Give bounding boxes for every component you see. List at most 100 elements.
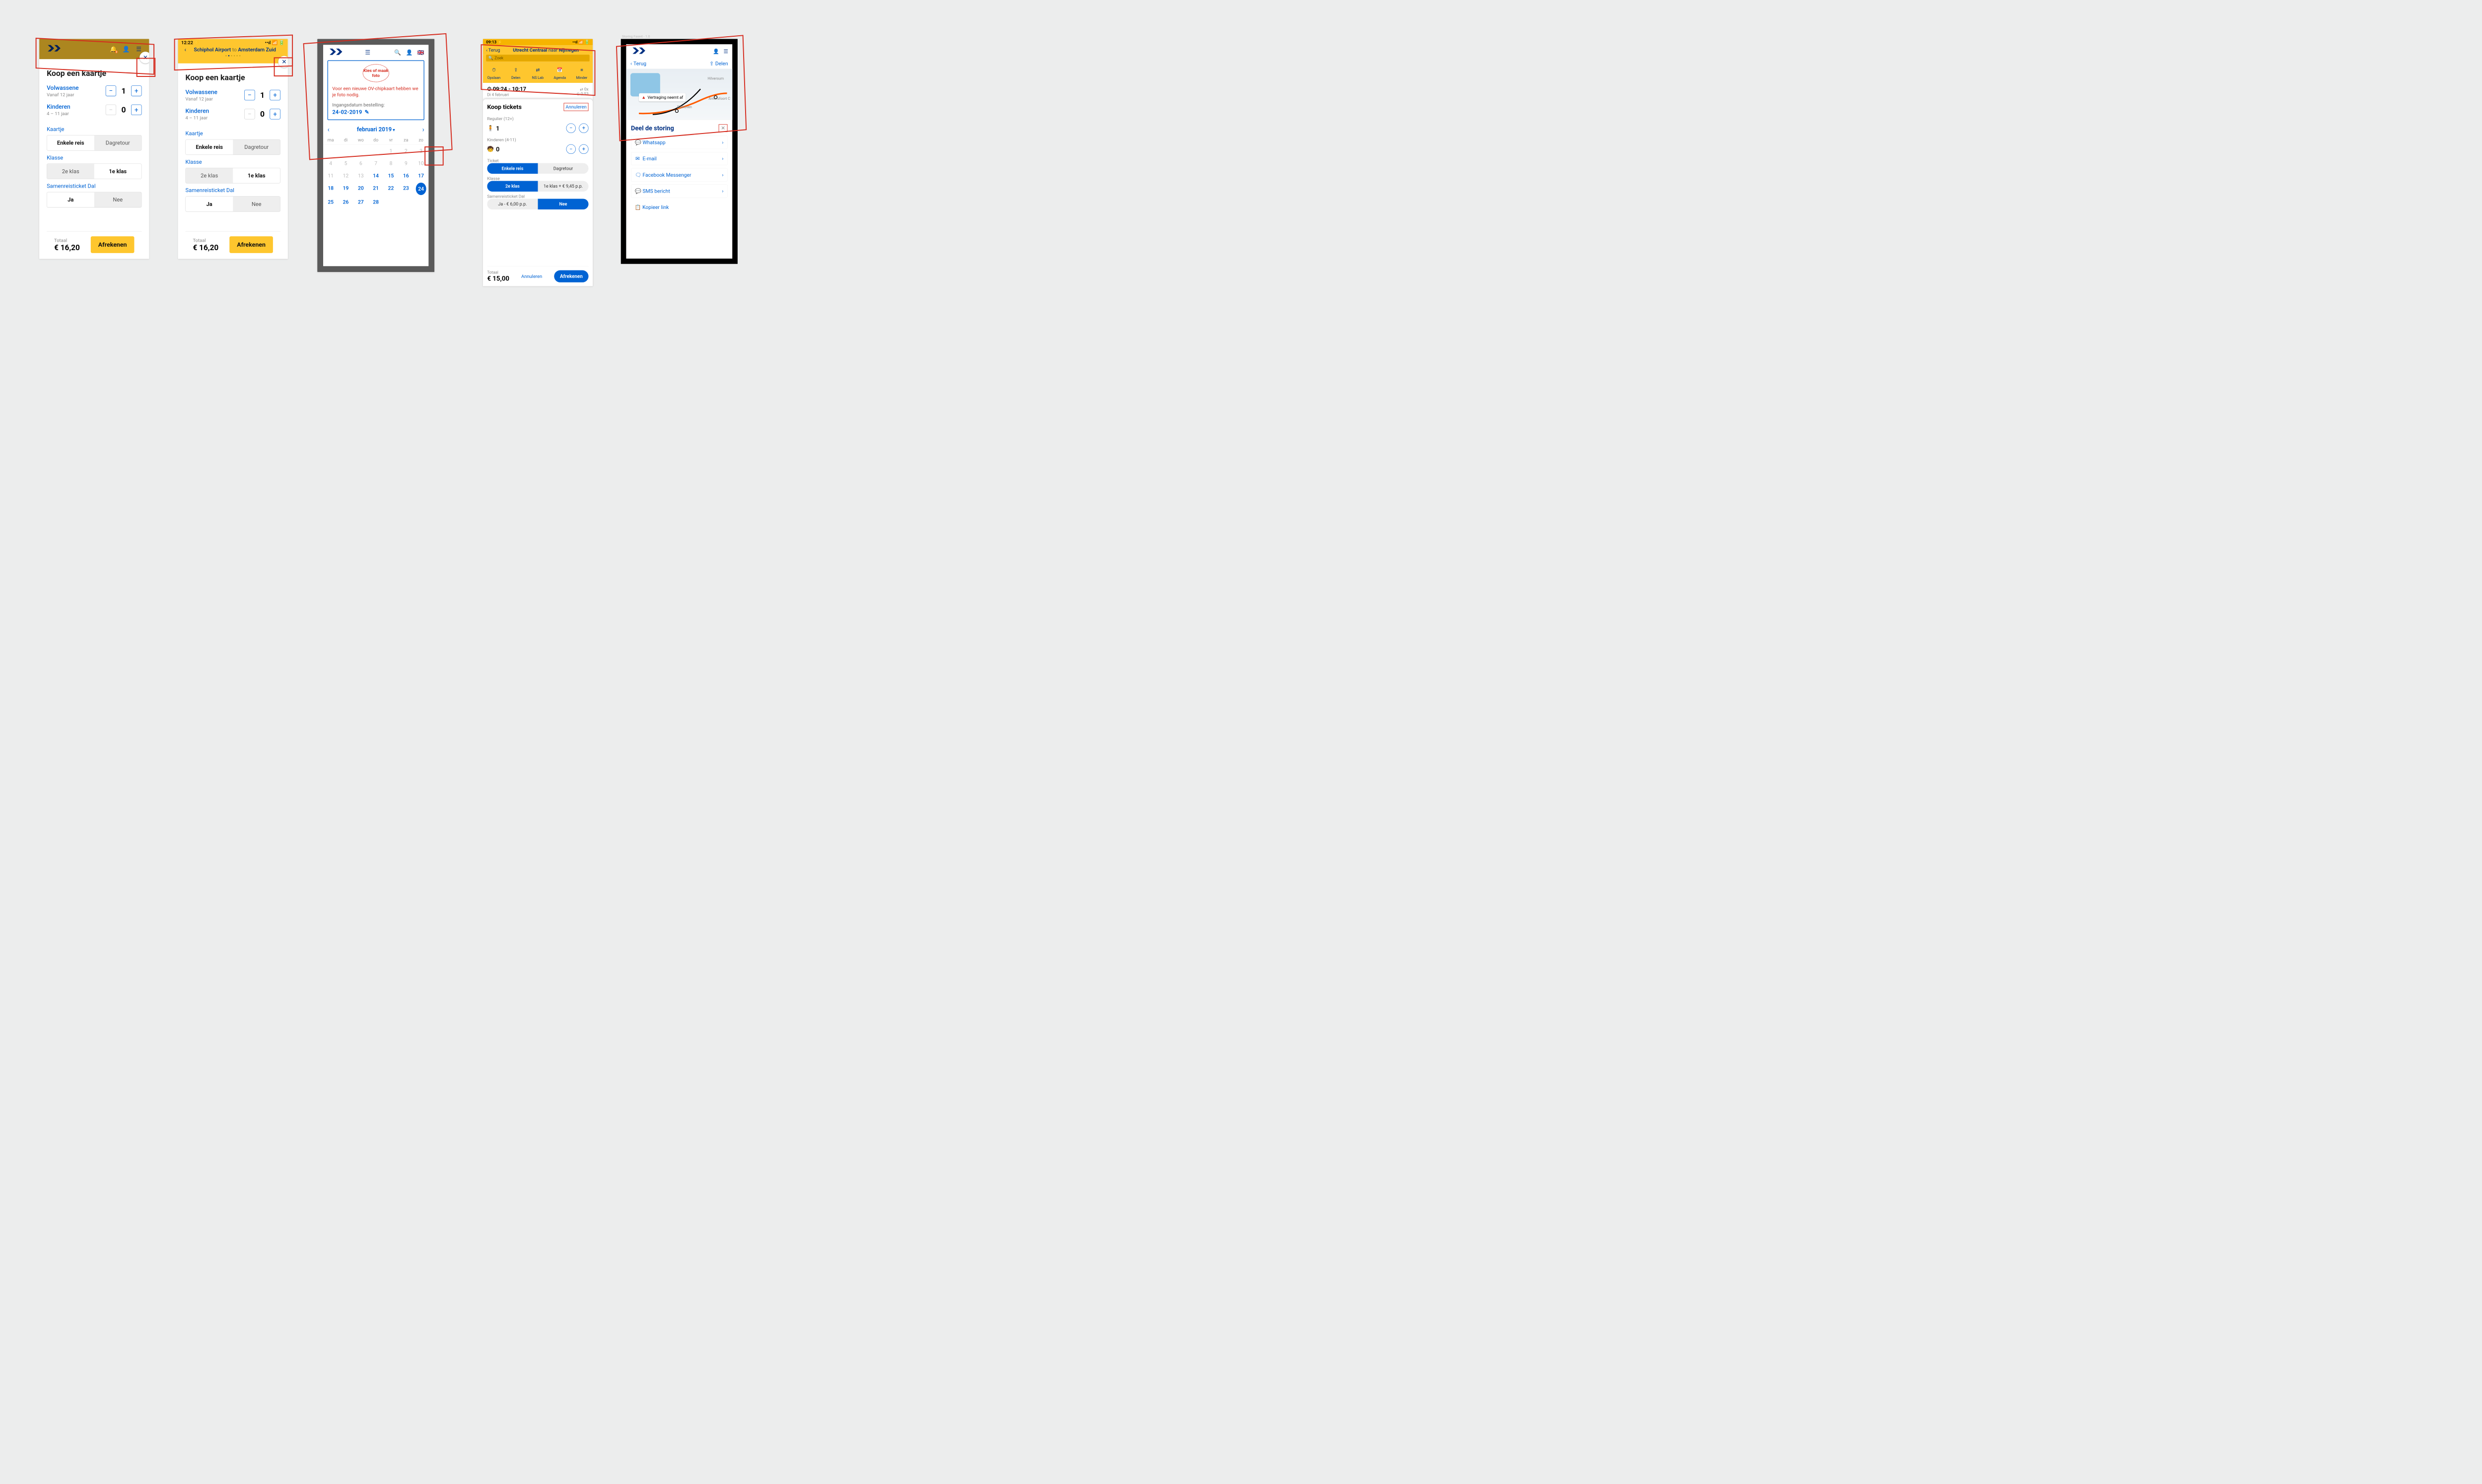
trip-slice[interactable]: ⏱ 09:24 - 10:17 Di 4 februari ⇄ 0x ⏲ 0:5… (483, 83, 593, 100)
cal-day[interactable]: 28 (368, 196, 383, 208)
share-item-whatsapp[interactable]: 💬Whatsapp› (631, 136, 728, 149)
seg-dal-ja[interactable]: Ja - € 6,00 p.p. (487, 199, 538, 209)
share-item-icon: 🗨 (635, 172, 640, 178)
dal-label: Samenreisticket Dal (186, 187, 280, 194)
seg-dagretour[interactable]: Dagretour (538, 163, 588, 174)
seg-enkele-reis[interactable]: Enkele reis (186, 139, 233, 154)
dal-segment[interactable]: Ja Nee (186, 196, 280, 211)
regulier-plus-button[interactable]: + (579, 124, 588, 133)
share-item-sms-bericht[interactable]: 💬SMS bericht› (631, 185, 728, 198)
bell-icon[interactable]: 🔔3 (110, 45, 118, 53)
seg-dal-nee[interactable]: Nee (233, 197, 280, 211)
seg-dagretour[interactable]: Dagretour (94, 135, 141, 150)
klasse-segment[interactable]: 2e klas 1e klas (186, 168, 280, 183)
back-icon[interactable]: ‹ (184, 46, 186, 54)
action-delen[interactable]: ⇪Delen (505, 63, 527, 83)
cal-prev-button[interactable]: ‹ (328, 126, 330, 134)
slice-time: 09:24 - 10:17 (493, 86, 526, 92)
kaartje-segment[interactable]: Enkele reis Dagretour (186, 139, 280, 155)
flag-uk-icon[interactable]: 🇬🇧 (417, 49, 424, 56)
share-item-label: Kopieer link (642, 204, 669, 210)
map[interactable]: Hilversum Amersfoort C Bilthoven ▲ Vertr… (626, 69, 732, 120)
cancel-link[interactable]: Annuleren (564, 103, 589, 111)
share-button[interactable]: ⇪ Delen (709, 61, 728, 67)
seg-enkele-reis[interactable]: Enkele reis (47, 135, 94, 150)
close-button[interactable]: ✕ (139, 52, 149, 64)
adults-plus-button[interactable]: + (270, 90, 280, 100)
seg-dal-ja[interactable]: Ja (47, 192, 94, 207)
menu-icon[interactable]: ☰ (365, 49, 370, 56)
seg-2e-klas[interactable]: 2e klas (47, 164, 94, 179)
ticket-segment[interactable]: Enkele reis Dagretour (487, 163, 588, 174)
seg-1e-klas[interactable]: 1e klas (233, 168, 280, 183)
edit-icon[interactable]: ✎ (365, 109, 369, 115)
seg-1e-klas[interactable]: 1e klas + € 9,45 p.p. (538, 181, 588, 192)
back-button[interactable]: ‹ Terug (486, 47, 500, 53)
action-ns lab[interactable]: ⇄NS Lab (527, 63, 549, 83)
klasse-segment[interactable]: 2e klas 1e klas (47, 163, 141, 179)
regulier-minus-button[interactable]: − (566, 124, 576, 133)
totaal-label: Totaal (54, 237, 80, 243)
ingang-date[interactable]: 24-02-2019 ✎ (332, 109, 419, 115)
profile-icon[interactable]: 👤 (406, 49, 413, 56)
seg-1e-klas[interactable]: 1e klas (94, 164, 141, 179)
back-label: Terug (633, 61, 646, 67)
seg-dal-nee[interactable]: Nee (94, 192, 141, 207)
cal-day[interactable]: 18 (323, 182, 338, 196)
dal-segment[interactable]: Ja - € 6,00 p.p. Nee (487, 199, 588, 209)
close-button[interactable]: ✕ (719, 124, 728, 132)
afrekenen-button[interactable]: Afrekenen (554, 270, 588, 282)
adults-plus-button[interactable]: + (131, 85, 141, 96)
cal-day[interactable]: 21 (368, 182, 383, 196)
kinderen-minus-button[interactable]: − (566, 144, 576, 154)
klasse-segment[interactable]: 2e klas 1e klas + € 9,45 p.p. (487, 181, 588, 192)
kids-plus-button[interactable]: + (131, 105, 141, 115)
cal-day[interactable]: 23 (399, 182, 414, 196)
cal-day[interactable]: 26 (338, 196, 353, 208)
search-icon[interactable]: 🔍 (394, 49, 401, 56)
chevron-right-icon: › (722, 139, 723, 145)
cal-day[interactable]: 25 (323, 196, 338, 208)
cal-day[interactable]: 14 (368, 170, 383, 182)
cal-day[interactable]: 24 (416, 183, 426, 195)
action-opslaan[interactable]: ⏱Opslaan (483, 63, 505, 83)
profile-icon[interactable]: 👤 (122, 45, 130, 53)
menu-icon[interactable]: ☰ (135, 45, 143, 53)
share-item-label: E-mail (643, 156, 657, 162)
share-item-facebook-messenger[interactable]: 🗨Facebook Messenger› (631, 168, 728, 182)
afrekenen-button[interactable]: Afrekenen (229, 236, 273, 253)
seg-enkele-reis[interactable]: Enkele reis (487, 163, 538, 174)
cal-month[interactable]: februari 2019 (357, 126, 395, 133)
cal-day[interactable]: 17 (414, 170, 428, 182)
cal-day[interactable]: 27 (353, 196, 368, 208)
action-agenda[interactable]: 📅Agenda (549, 63, 571, 83)
kies-photo-badge[interactable]: Kies of maak foto (362, 64, 389, 82)
action-minder[interactable]: ≡Minder (571, 63, 593, 83)
profile-icon[interactable]: 👤 (713, 48, 719, 54)
share-item-e-mail[interactable]: ✉︎E-mail› (631, 152, 728, 165)
cancel-link-2[interactable]: Annuleren (521, 273, 542, 279)
seg-2e-klas[interactable]: 2e klas (186, 168, 233, 183)
cal-day[interactable]: 16 (399, 170, 414, 182)
back-button[interactable]: ‹ Terug (630, 61, 646, 67)
cal-day[interactable]: 20 (353, 182, 368, 196)
search-field[interactable]: 🔍 Zoek (486, 55, 589, 62)
cal-day[interactable]: 15 (383, 170, 398, 182)
cal-day[interactable]: 22 (383, 182, 398, 196)
seg-dal-nee[interactable]: Nee (538, 199, 588, 209)
seg-dagretour[interactable]: Dagretour (233, 139, 280, 154)
menu-icon[interactable]: ☰ (723, 48, 728, 54)
adults-minus-button[interactable]: − (106, 85, 116, 96)
dal-segment[interactable]: Ja Nee (47, 192, 141, 207)
afrekenen-button[interactable]: Afrekenen (91, 236, 135, 253)
seg-dal-ja[interactable]: Ja (186, 197, 233, 211)
share-item-kopieer-link[interactable]: 📋Kopieer link (631, 201, 728, 213)
kids-plus-button[interactable]: + (270, 109, 280, 119)
cal-day[interactable]: 19 (338, 182, 353, 196)
cal-next-button[interactable]: › (422, 126, 424, 134)
close-button[interactable]: ✕ (278, 56, 288, 68)
adults-minus-button[interactable]: − (244, 90, 255, 100)
kinderen-plus-button[interactable]: + (579, 144, 588, 154)
seg-2e-klas[interactable]: 2e klas (487, 181, 538, 192)
kaartje-segment[interactable]: Enkele reis Dagretour (47, 135, 141, 150)
